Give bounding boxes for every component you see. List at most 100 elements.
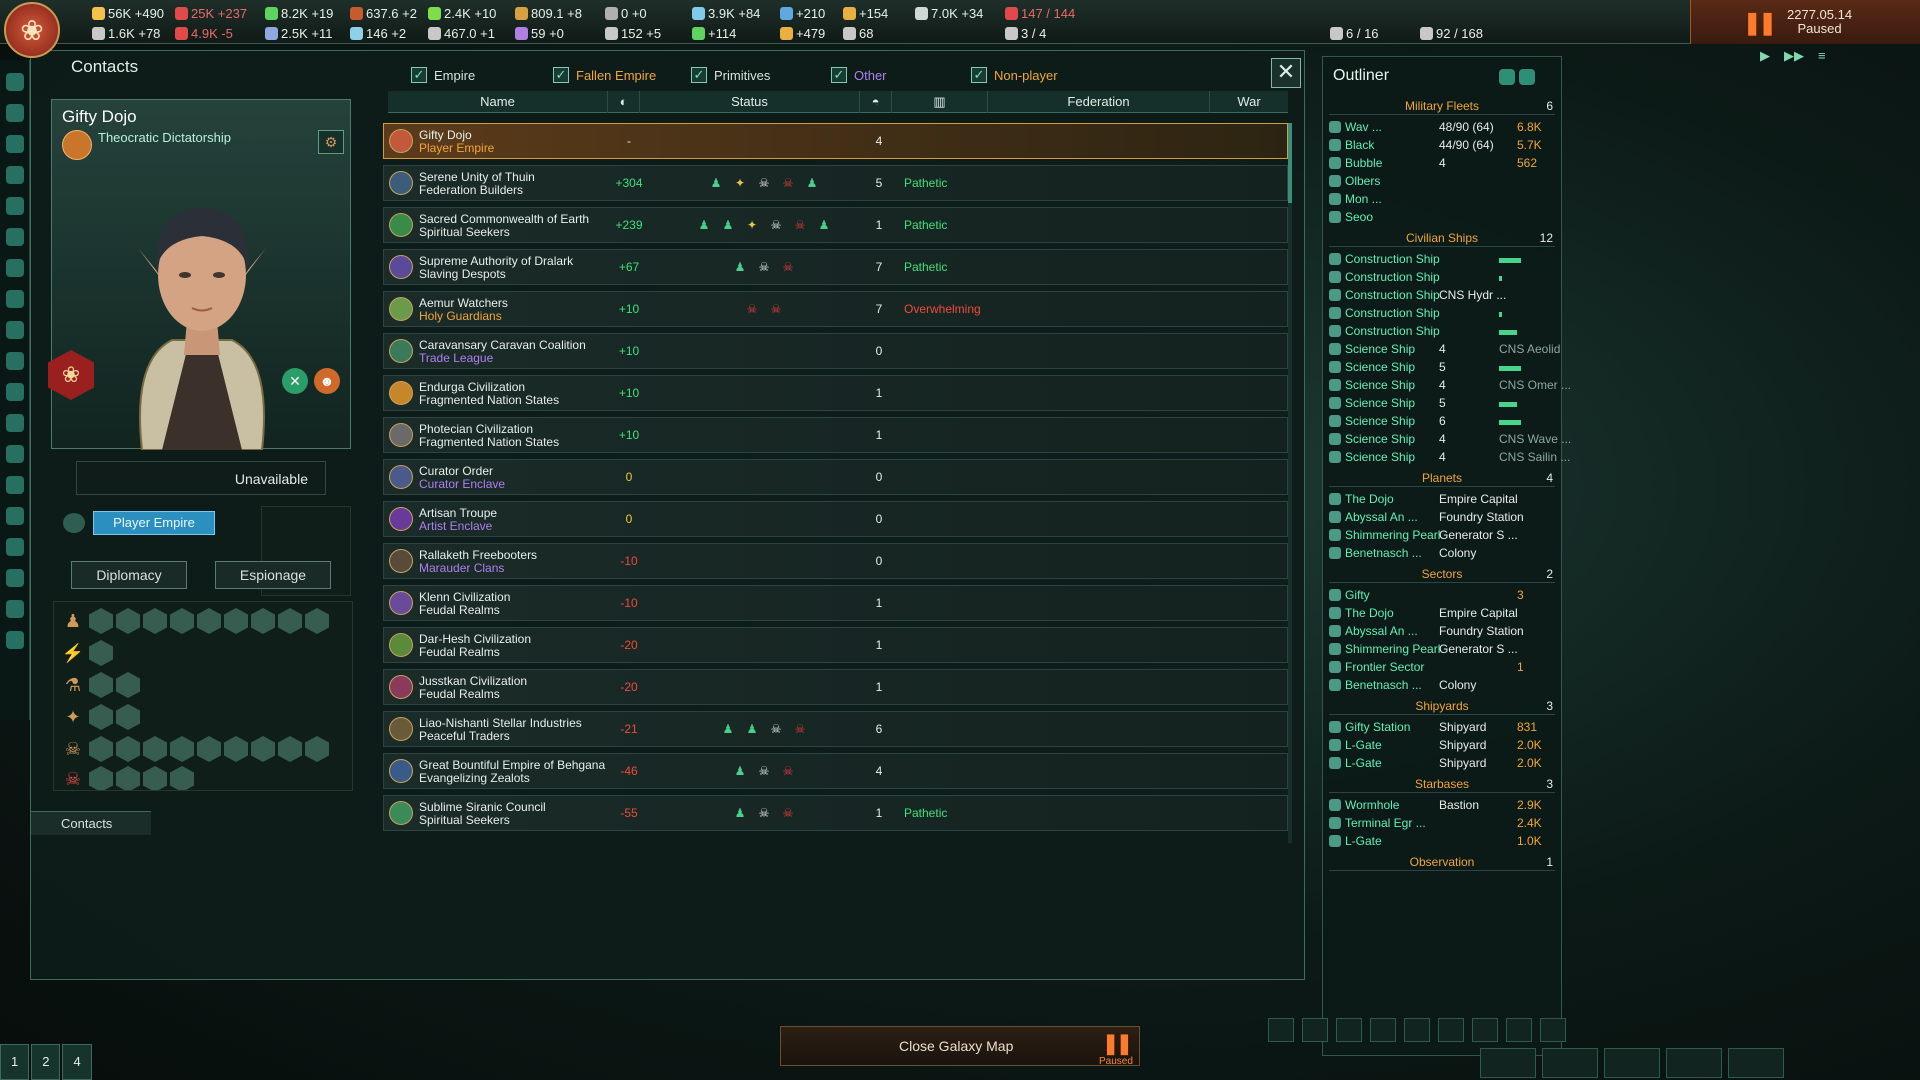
menu-shortcut-icon[interactable] (5, 228, 24, 246)
skull-icon[interactable]: ☠ (754, 173, 774, 193)
table-row[interactable]: Aemur Watchers Holy Guardians +10 ☠ ☠ 7 Overwh… (383, 291, 1288, 327)
fleet-icon[interactable] (1506, 1018, 1532, 1042)
agreement-icon[interactable]: ✦ (730, 173, 750, 193)
collapse-icon[interactable] (1499, 69, 1515, 85)
outliner-item[interactable]: Wav ... 48/90 (64) 6.8K (1327, 119, 1557, 137)
checkbox-icon[interactable]: ✓ (831, 67, 847, 83)
menu-shortcut-icon[interactable] (5, 321, 24, 339)
espionage-button[interactable]: Espionage (215, 561, 331, 589)
outliner-item[interactable]: Shimmering Pearl Generator S ... (1327, 527, 1557, 545)
envoy-icon[interactable]: ♟ (706, 173, 726, 193)
outliner-item[interactable]: Construction Ship (1327, 323, 1557, 341)
resource-item[interactable]: 3.9K +84 (692, 6, 760, 21)
empire-icon[interactable] (278, 608, 302, 634)
stats-icon[interactable]: ▥ (892, 91, 988, 113)
outliner-item[interactable]: Construction Ship (1327, 305, 1557, 323)
table-row[interactable]: Liao-Nishanti Stellar Industries Peaceful… (383, 711, 1288, 747)
resource-item[interactable]: 92 / 168 (1420, 26, 1483, 41)
menu-icon[interactable]: ≡ (1818, 48, 1826, 64)
header-status[interactable]: Status (640, 91, 860, 113)
outliner-item[interactable]: Gifty 3 (1327, 587, 1557, 605)
empire-icon[interactable] (89, 704, 113, 730)
menu-shortcut-icon[interactable] (5, 569, 24, 587)
outliner-item[interactable]: Science Ship 4 CNS Sailin ... (1327, 449, 1570, 467)
hostile-skull-icon[interactable]: ☠ (790, 719, 810, 739)
table-row[interactable]: Dar-Hesh Civilization Feudal Realms -20 1 (383, 627, 1288, 663)
outliner-item[interactable]: L-Gate Shipyard 2.0K (1327, 737, 1557, 755)
play-icon[interactable]: ▶ (1760, 48, 1770, 64)
target-icon[interactable] (1438, 1018, 1464, 1042)
empire-icon[interactable] (251, 736, 275, 762)
control-group-2[interactable]: 2 (31, 1044, 61, 1080)
outliner-item[interactable]: Science Ship 6 (1327, 413, 1557, 431)
flag-edit-button[interactable]: ⚙ (318, 130, 344, 154)
table-row[interactable]: Sublime Siranic Council Spiritual Seekers… (383, 795, 1288, 831)
skull-icon[interactable]: ☠ (766, 719, 786, 739)
hyperlane-icon[interactable] (1268, 1018, 1294, 1042)
resource-item[interactable]: 68 (843, 26, 873, 41)
resource-item[interactable]: +114 (692, 26, 736, 41)
outliner-section[interactable]: Civilian Ships 12 (1329, 231, 1555, 247)
resource-item[interactable]: 4.9K -5 (175, 26, 233, 41)
skull-icon[interactable]: ☠ (766, 215, 786, 235)
envoy-icon[interactable]: ♟ (730, 761, 750, 781)
menu-shortcut-icon[interactable] (5, 104, 24, 122)
outliner-item[interactable]: Construction Ship CNS Hydr ... (1327, 287, 1557, 305)
skull-icon[interactable]: ☠ (754, 257, 774, 277)
resource-item[interactable]: 147 / 144 (1005, 6, 1075, 21)
outliner-item[interactable]: Mon ... (1327, 191, 1557, 209)
nebula-icon[interactable] (1302, 1018, 1328, 1042)
menu-shortcut-icon[interactable] (5, 166, 24, 184)
outliner-item[interactable]: Terminal Egr ... 2.4K (1327, 815, 1557, 833)
menu-shortcut-icon[interactable] (5, 73, 24, 91)
scroll-thumb[interactable] (1288, 123, 1292, 203)
header-war[interactable]: War (1210, 91, 1288, 113)
pause-control[interactable]: ❚❚ 2277.05.14 Paused (1690, 0, 1920, 44)
outliner-section[interactable]: Military Fleets 6 (1329, 99, 1555, 115)
resource-item[interactable]: 809.1 +8 (515, 6, 582, 21)
settings-icon[interactable] (1519, 69, 1535, 85)
outliner-item[interactable]: Science Ship 4 CNS Wave ... (1327, 431, 1571, 449)
envoy-icon[interactable]: ♟ (694, 215, 714, 235)
empire-icon[interactable] (170, 608, 194, 634)
menu-icon[interactable] (1728, 1048, 1784, 1078)
outliner-item[interactable]: Science Ship 4 CNS Aeolid (1327, 341, 1560, 359)
hostile-skull-icon[interactable]: ☠ (778, 257, 798, 277)
outliner-item[interactable]: Abyssal An ... Foundry Station (1327, 623, 1557, 641)
table-row[interactable]: Serene Unity of Thuin Federation Builders… (383, 165, 1288, 201)
outliner-item[interactable]: L-Gate 1.0K (1327, 833, 1557, 851)
square-icon[interactable] (1540, 1018, 1566, 1042)
table-row[interactable]: Klenn Civilization Feudal Realms -10 1 (383, 585, 1288, 621)
empire-icon[interactable] (89, 672, 113, 698)
outliner-section[interactable]: Sectors 2 (1329, 567, 1555, 583)
outliner-item[interactable]: Construction Ship (1327, 251, 1557, 269)
outliner-item[interactable]: Olbers (1327, 173, 1557, 191)
outliner-item[interactable]: Benetnasch ... Colony (1327, 545, 1557, 563)
resource-item[interactable]: 2.4K +10 (428, 6, 496, 21)
envoy-icon[interactable]: ♟ (814, 215, 834, 235)
menu-shortcut-icon[interactable] (5, 538, 24, 556)
filter-primitives[interactable]: ✓ Primitives (691, 67, 770, 83)
checkbox-icon[interactable]: ✓ (971, 67, 987, 83)
table-row[interactable]: Jusstkan Civilization Feudal Realms -20 1 (383, 669, 1288, 705)
checkbox-icon[interactable]: ✓ (553, 67, 569, 83)
menu-shortcut-icon[interactable] (5, 414, 24, 432)
outliner-item[interactable]: Benetnasch ... Colony (1327, 677, 1557, 695)
scrollbar[interactable] (1288, 123, 1292, 843)
resource-item[interactable]: +210 (780, 6, 825, 21)
outliner-item[interactable]: Science Ship 5 (1327, 359, 1557, 377)
empire-icon[interactable] (305, 608, 329, 634)
table-row[interactable]: Curator Order Curator Enclave 0 0 (383, 459, 1288, 495)
empire-icon[interactable] (89, 640, 113, 666)
outliner-section[interactable]: Planets 4 (1329, 471, 1555, 487)
table-row[interactable]: Endurga Civilization Fragmented Nation St… (383, 375, 1288, 411)
resource-item[interactable]: 6 / 16 (1330, 26, 1379, 41)
envoy-icon[interactable]: ♟ (802, 173, 822, 193)
menu-shortcut-icon[interactable] (5, 259, 24, 277)
resource-item[interactable]: 56K +490 (92, 6, 164, 21)
empire-icon[interactable] (197, 608, 221, 634)
resource-item[interactable]: 146 +2 (350, 26, 406, 41)
table-row[interactable]: Photecian Civilization Fragmented Nation … (383, 417, 1288, 453)
resource-item[interactable]: 1.6K +78 (92, 26, 160, 41)
outliner-item[interactable]: Construction Ship (1327, 269, 1557, 287)
